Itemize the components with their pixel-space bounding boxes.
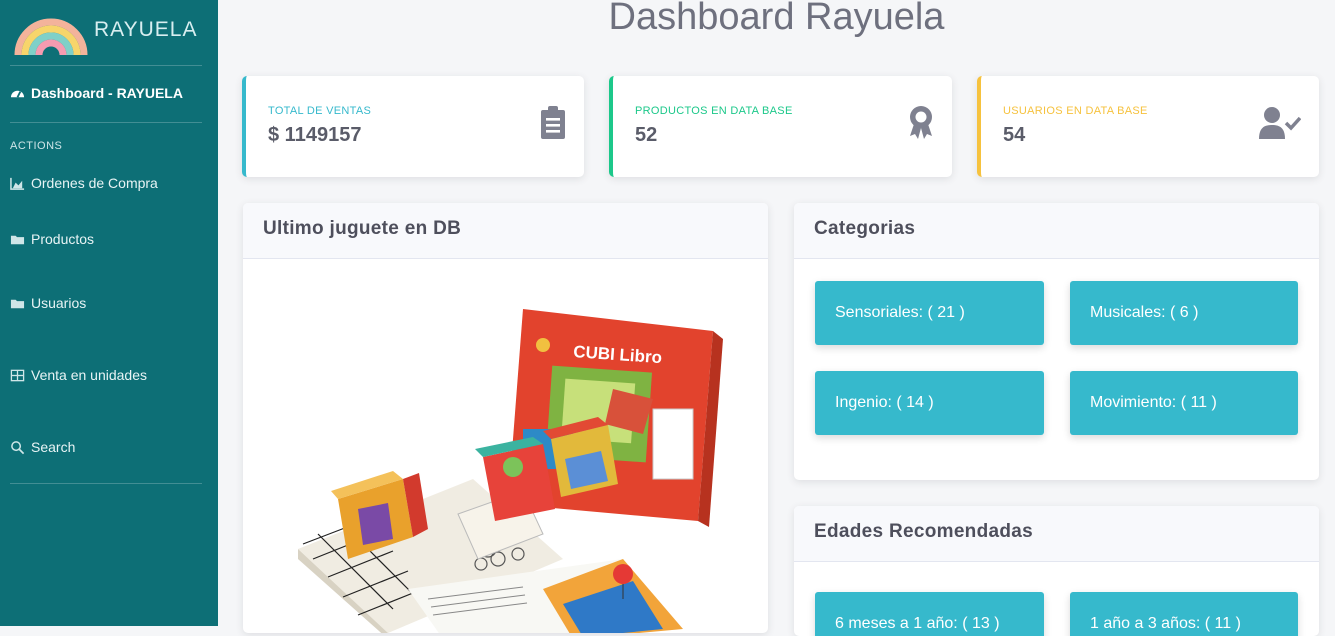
stat-label: Total de ventas bbox=[268, 105, 372, 117]
stat-value: 54 bbox=[1003, 124, 1026, 146]
sidebar-heading: ACTIONS bbox=[10, 140, 63, 152]
category-tile[interactable]: Movimiento: ( 11 ) bbox=[1070, 371, 1298, 435]
stat-card-sales: Total de ventas $ 1149157 bbox=[242, 76, 584, 177]
sidebar-divider bbox=[10, 122, 202, 123]
folder-icon bbox=[10, 235, 25, 244]
clipboard-list-icon bbox=[541, 106, 565, 139]
sidebar-divider bbox=[10, 65, 202, 66]
page-title: Dashboard Rayuela bbox=[608, 0, 945, 38]
sidebar-item-label: Usuarios bbox=[31, 295, 87, 311]
stat-label: Usuarios en Data Base bbox=[1003, 105, 1148, 117]
tachometer-icon bbox=[10, 90, 25, 98]
age-tile[interactable]: 6 meses a 1 año: ( 13 ) bbox=[815, 592, 1044, 636]
ages-card: Edades Recomendadas 6 meses a 1 año: ( 1… bbox=[794, 506, 1319, 636]
sidebar-item-label: Dashboard - RAYUELA bbox=[31, 85, 183, 101]
category-tile[interactable]: Musicales: ( 6 ) bbox=[1070, 281, 1298, 345]
user-check-icon bbox=[1259, 107, 1301, 139]
last-toy-card: Ultimo juguete en DB CUBI Libro bbox=[243, 203, 768, 633]
award-icon bbox=[910, 106, 932, 139]
search-icon bbox=[11, 440, 25, 454]
stat-card-users: Usuarios en Data Base 54 bbox=[977, 76, 1319, 177]
card-title: Categorias bbox=[794, 203, 1319, 259]
sidebar-item-ventas[interactable]: Venta en unidades bbox=[10, 367, 147, 383]
sidebar-item-label: Ordenes de Compra bbox=[31, 175, 158, 191]
stat-card-products: Productos en Data Base 52 bbox=[609, 76, 952, 177]
stat-label: Productos en Data Base bbox=[635, 105, 793, 117]
product-image[interactable]: CUBI Libro bbox=[243, 259, 768, 633]
sidebar-divider bbox=[10, 483, 202, 484]
card-title: Ultimo juguete en DB bbox=[243, 203, 768, 259]
sidebar-item-ordenes[interactable]: Ordenes de Compra bbox=[10, 175, 158, 191]
sidebar: RAYUELA Dashboard - RAYUELA ACTIONS Orde… bbox=[0, 0, 218, 626]
category-tile[interactable]: Sensoriales: ( 21 ) bbox=[815, 281, 1044, 345]
sidebar-item-dashboard[interactable]: Dashboard - RAYUELA bbox=[10, 85, 183, 101]
category-tile[interactable]: Ingenio: ( 14 ) bbox=[815, 371, 1044, 435]
categories-card: Categorias Sensoriales: ( 21 ) Musicales… bbox=[794, 203, 1319, 480]
sidebar-item-label: Productos bbox=[31, 231, 95, 247]
age-tile[interactable]: 1 año a 3 años: ( 11 ) bbox=[1070, 592, 1298, 636]
sidebar-item-search[interactable]: Search bbox=[10, 439, 75, 455]
folder-icon bbox=[10, 299, 25, 308]
chart-area-icon bbox=[10, 177, 25, 190]
card-title: Edades Recomendadas bbox=[794, 506, 1319, 562]
sidebar-item-productos[interactable]: Productos bbox=[10, 231, 94, 247]
table-icon bbox=[10, 369, 25, 381]
stat-value: 52 bbox=[635, 124, 658, 146]
sidebar-item-label: Venta en unidades bbox=[31, 367, 147, 383]
sidebar-item-usuarios[interactable]: Usuarios bbox=[10, 295, 86, 311]
stat-value: $ 1149157 bbox=[268, 124, 362, 146]
sidebar-item-label: Search bbox=[31, 439, 76, 455]
